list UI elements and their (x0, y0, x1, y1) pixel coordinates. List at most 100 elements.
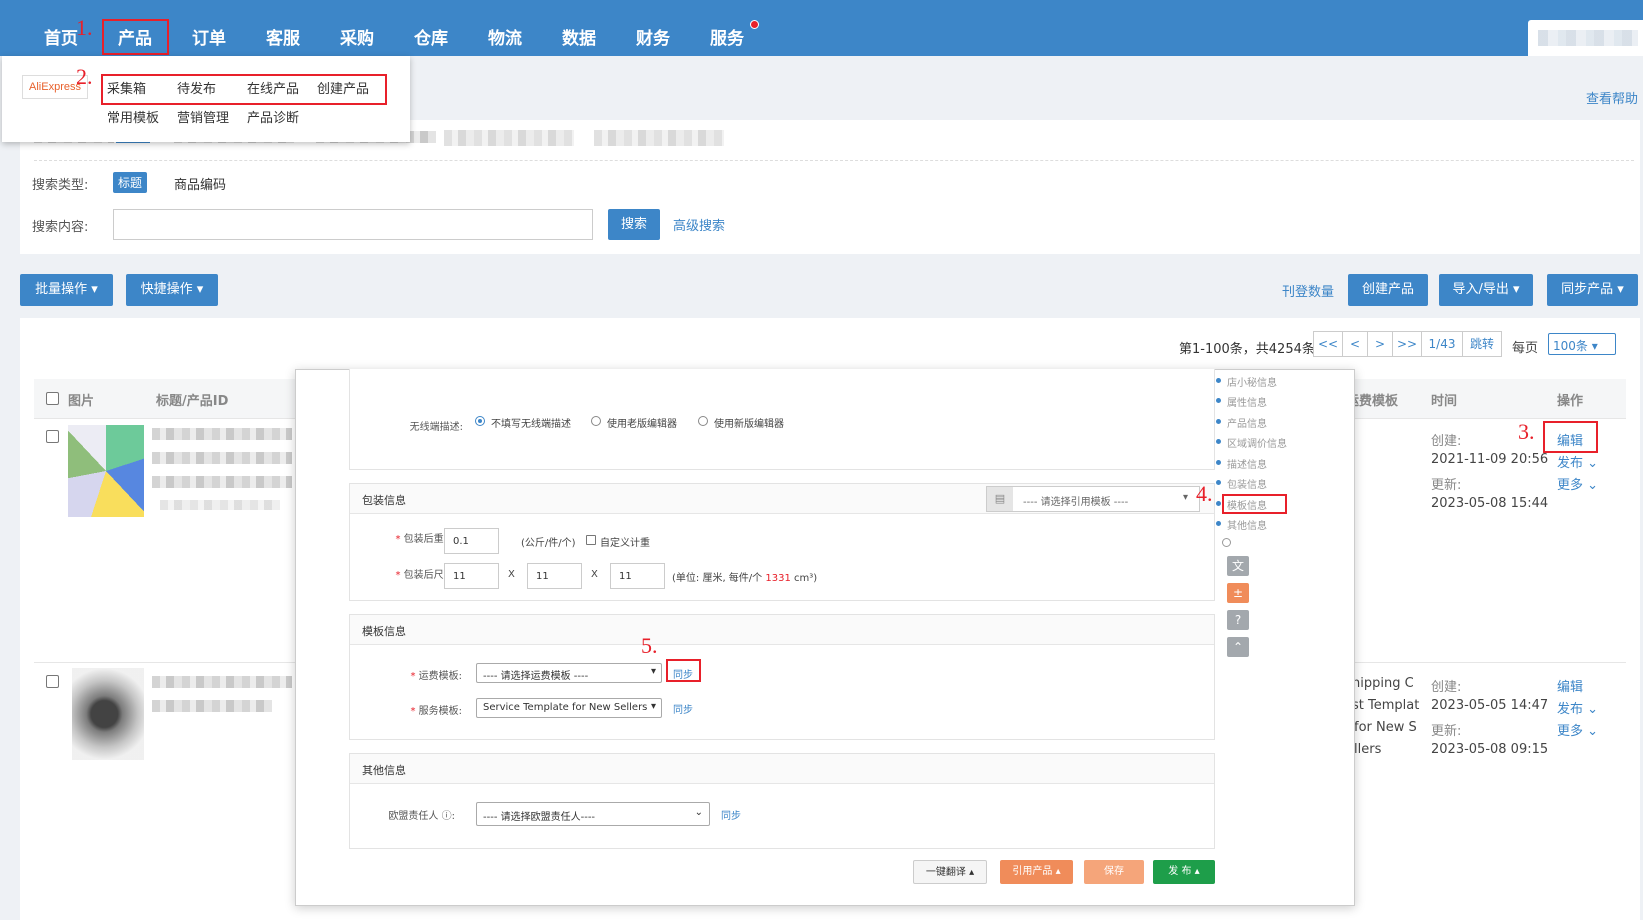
search-content-label: 搜索内容: (32, 220, 89, 235)
updated-label-2: 更新: (1431, 724, 1462, 739)
page-first-button[interactable]: << (1313, 331, 1343, 357)
updated-time: 2023-05-08 15:44 (1431, 496, 1549, 511)
one-click-translate-button[interactable]: 一键翻译 ▴ (913, 860, 987, 884)
translate-icon[interactable]: 文 (1227, 556, 1249, 576)
side-nav-description[interactable]: 描述信息 (1216, 456, 1267, 471)
user-menu[interactable] (1528, 20, 1643, 56)
more-link[interactable]: 更多 ⌄ (1557, 474, 1598, 493)
nav-logistics[interactable]: 物流 (488, 24, 522, 49)
import-export-button[interactable]: 导入/导出 ▾ (1439, 274, 1533, 306)
row-checkbox[interactable] (46, 430, 59, 443)
nav-service[interactable]: 客服 (266, 24, 300, 49)
page-next-button[interactable]: > (1367, 331, 1393, 357)
annotation-box-3 (1543, 421, 1598, 453)
menu-product-diagnosis[interactable]: 产品诊断 (247, 107, 299, 126)
save-button[interactable]: 保存 (1084, 860, 1144, 884)
weight-input[interactable]: 0.1 (444, 528, 499, 554)
col-time: 时间 (1431, 394, 1458, 409)
nav-services[interactable]: 服务 (710, 24, 744, 49)
annotation-box-1 (102, 19, 169, 55)
annotation-box-5 (666, 659, 701, 682)
search-type-code[interactable]: 商品编码 (174, 174, 226, 193)
size-x-2: X (591, 569, 598, 580)
size-length-input[interactable]: 11 (444, 563, 499, 589)
pack-template-placeholder: ---- 请选择引用模板 ---- (1023, 497, 1129, 508)
wireless-option-none[interactable] (475, 416, 485, 426)
wireless-option-old-label: 使用老版编辑器 (607, 419, 677, 430)
page-jump-button[interactable]: 跳转 (1462, 331, 1502, 357)
search-type-title[interactable]: 标题 (113, 172, 148, 193)
publish-link-2[interactable]: 发布 ⌄ (1557, 698, 1598, 717)
service-sync-link[interactable]: 同步 (673, 701, 693, 716)
quote-product-button[interactable]: 引用产品 ▴ (1000, 860, 1073, 884)
product-thumbnail-2[interactable] (72, 668, 144, 760)
nav-purchase[interactable]: 采购 (340, 24, 374, 49)
created-label: 创建: (1431, 434, 1462, 449)
row-checkbox-2[interactable] (46, 675, 59, 688)
nav-home[interactable]: 首页 (44, 24, 78, 49)
size-x-1: X (508, 569, 515, 580)
side-nav-other[interactable]: 其他信息 (1216, 517, 1267, 532)
batch-action-button[interactable]: 批量操作 ▾ (20, 274, 113, 306)
side-nav-product[interactable]: 产品信息 (1216, 415, 1267, 430)
blurred-username (1538, 30, 1638, 46)
shipping-template-select[interactable]: ---- 请选择运费模板 ---- ▾ (476, 663, 662, 683)
create-product-button[interactable]: 创建产品 (1348, 274, 1428, 306)
chevron-down-icon: ▾ (1183, 492, 1189, 503)
advanced-search-link[interactable]: 高级搜索 (673, 215, 725, 234)
nav-warehouse[interactable]: 仓库 (414, 24, 448, 49)
chevron-down-icon: ▾ (650, 701, 656, 712)
nav-data[interactable]: 数据 (562, 24, 596, 49)
menu-marketing[interactable]: 营销管理 (177, 107, 229, 126)
search-type-label: 搜索类型: (32, 178, 89, 193)
shipping-template-label: * 运费模板: (410, 671, 462, 682)
blurred-account-4 (594, 130, 724, 146)
document-icon: ▤ (987, 487, 1013, 511)
pack-template-select[interactable]: ▤ ---- 请选择引用模板 ---- ▾ (986, 486, 1200, 512)
quick-action-button[interactable]: 快捷操作 ▾ (126, 274, 218, 306)
eu-sync-link[interactable]: 同步 (721, 807, 741, 822)
edit-link-2[interactable]: 编辑 (1557, 676, 1583, 695)
wireless-option-new[interactable] (698, 416, 708, 426)
created-time: 2021-11-09 20:56 (1431, 452, 1549, 467)
select-all-checkbox[interactable] (46, 392, 59, 405)
size-width-input[interactable]: 11 (527, 563, 582, 589)
blurred-title-3 (152, 476, 292, 488)
service-template-label: * 服务模板: (410, 706, 462, 717)
chevron-down-icon: ⌄ (694, 807, 703, 818)
other-section: 其他信息 (349, 753, 1215, 849)
per-page-select[interactable]: 100条 ▾ (1548, 333, 1616, 355)
page-last-button[interactable]: >> (1392, 331, 1422, 357)
blurred-account-3 (444, 130, 574, 146)
publish-count-link[interactable]: 刊登数量 (1282, 281, 1334, 300)
publish-link[interactable]: 发布 ⌄ (1557, 452, 1598, 471)
sync-product-button[interactable]: 同步产品 ▾ (1547, 274, 1638, 306)
product-thumbnail[interactable] (68, 425, 144, 517)
page-prev-button[interactable]: < (1342, 331, 1368, 357)
help-icon[interactable]: ? (1227, 610, 1249, 630)
size-height-input[interactable]: 11 (610, 563, 665, 589)
search-button[interactable]: 搜索 (608, 209, 660, 240)
per-page-label: 每页 (1512, 341, 1539, 356)
wireless-option-old[interactable] (591, 416, 601, 426)
page-indicator: 1/43 (1421, 331, 1463, 357)
blurred-title-2 (152, 452, 292, 464)
eu-responsible-select[interactable]: ---- 请选择欧盟责任人---- ⌄ (476, 802, 710, 826)
annotation-1: 1. (76, 15, 93, 40)
more-link-2[interactable]: 更多 ⌄ (1557, 720, 1598, 739)
search-input[interactable] (113, 209, 593, 240)
side-nav-attributes[interactable]: 属性信息 (1216, 394, 1267, 409)
scroll-top-icon[interactable]: ⌃ (1227, 637, 1249, 657)
side-nav-dxm[interactable]: 店小秘信息 (1216, 374, 1277, 389)
custom-weight-label: 自定义计重 (600, 538, 650, 549)
nav-orders[interactable]: 订单 (192, 24, 226, 49)
side-nav-packing[interactable]: 包装信息 (1216, 476, 1267, 491)
menu-common-templates[interactable]: 常用模板 (107, 107, 159, 126)
custom-weight-checkbox[interactable] (586, 535, 596, 545)
help-link[interactable]: 查看帮助 (1586, 88, 1638, 107)
nav-finance[interactable]: 财务 (636, 24, 670, 49)
calculator-icon[interactable]: ± (1227, 583, 1249, 603)
service-template-select[interactable]: Service Template for New Sellers ▾ (476, 698, 662, 718)
publish-button[interactable]: 发 布 ▴ (1153, 860, 1215, 884)
side-nav-region-price[interactable]: 区域调价信息 (1216, 435, 1287, 450)
